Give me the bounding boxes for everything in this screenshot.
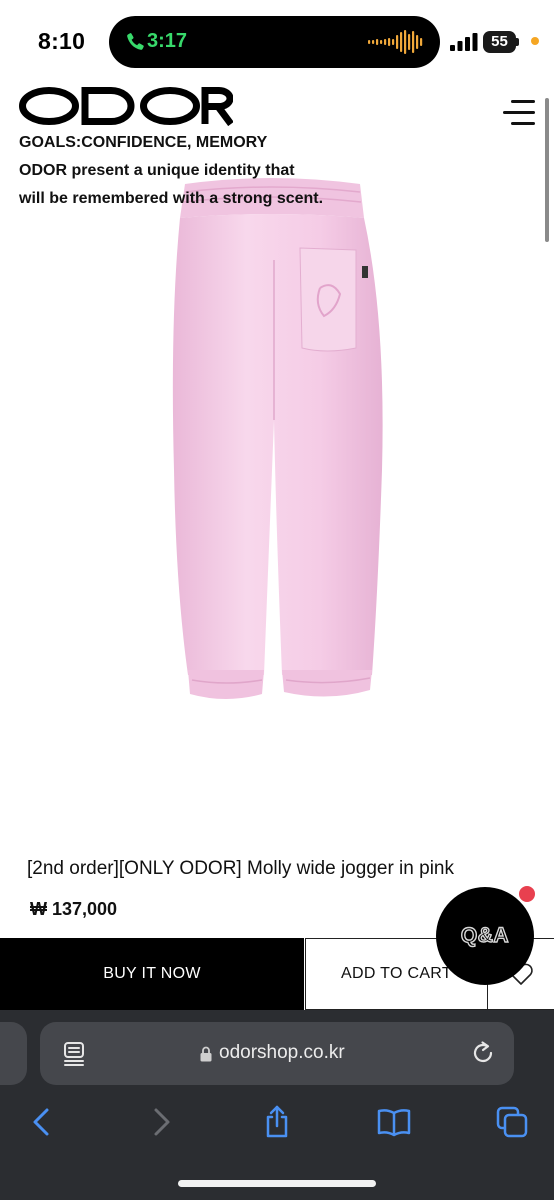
product-title: [2nd order][ONLY ODOR] Molly wide jogger… [27,858,454,879]
status-bar: 8:10 3:17 55 [0,0,554,84]
odor-logo[interactable] [19,86,233,126]
brand-tagline-line: will be remembered with a strong scent. [19,190,324,207]
privacy-indicator-dot [531,37,539,45]
battery-level: 55 [491,33,508,50]
forward-button[interactable] [141,1102,181,1142]
share-button[interactable] [257,1102,297,1142]
audio-waveform-icon [368,30,423,54]
buy-it-now-button[interactable]: BUY IT NOW [0,938,304,1010]
page-scrollbar[interactable] [545,98,549,242]
product-price: ₩ 137,000 [30,899,118,919]
tabs-button[interactable] [492,1102,532,1142]
brand-tagline-line: ODOR present a unique identity that [19,162,295,179]
lock-icon [200,1046,212,1062]
reload-icon[interactable] [470,1040,496,1066]
cellular-signal-icon [450,33,478,51]
forward-icon [154,1108,170,1136]
home-indicator[interactable] [178,1180,376,1187]
call-duration: 3:17 [147,30,188,52]
tabs-icon [496,1106,528,1138]
safari-toolbar: odorshop.co.kr [0,1010,554,1200]
bookmarks-icon [377,1109,411,1137]
qa-floating-button[interactable]: Q&A [436,887,534,985]
product-image-pink-jogger[interactable] [150,170,400,715]
url-text: odorshop.co.kr [219,1042,345,1063]
phone-icon [127,33,144,50]
back-icon [33,1108,49,1136]
back-button[interactable] [22,1102,62,1142]
address-bar[interactable]: odorshop.co.kr [40,1022,514,1085]
battery-icon: 55 [483,31,519,53]
status-time: 8:10 [38,28,86,54]
brand-tagline-title: GOALS:CONFIDENCE, MEMORY [19,134,268,151]
share-icon [266,1105,288,1138]
previous-tab-address-bar[interactable] [0,1022,27,1085]
hamburger-menu-icon[interactable] [503,100,535,126]
qa-notification-badge [519,886,535,902]
dynamic-island-call[interactable]: 3:17 [109,16,440,68]
bookmarks-button[interactable] [374,1102,414,1142]
qa-label: Q&A [460,923,510,947]
page-menu-icon[interactable] [62,1041,86,1067]
